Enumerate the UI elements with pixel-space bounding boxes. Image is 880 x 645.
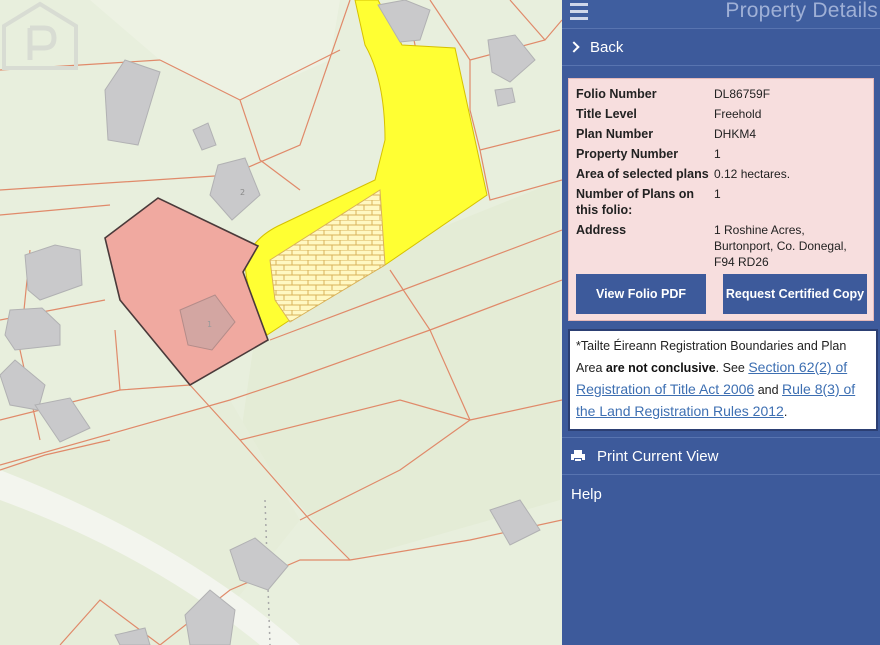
property-details-box: Folio Number DL86759F Title Level Freeho… bbox=[568, 78, 874, 321]
notice-text-and: and bbox=[754, 383, 783, 397]
panel-title: Property Details bbox=[725, 0, 878, 22]
detail-row: Title Level Freehold bbox=[576, 106, 867, 122]
house-label-1: 1 bbox=[207, 320, 212, 329]
detail-value: Freehold bbox=[714, 107, 762, 121]
notice-text-end: . bbox=[783, 405, 788, 419]
help-link[interactable]: Help bbox=[562, 475, 880, 513]
hamburger-menu-icon[interactable] bbox=[570, 3, 588, 20]
detail-label: Property Number bbox=[576, 147, 679, 161]
detail-label: Plan Number bbox=[576, 127, 654, 141]
notice-bold: are not conclusive bbox=[605, 361, 716, 375]
detail-value: 0.12 hectares. bbox=[714, 167, 791, 181]
detail-value: 1 Roshine Acres, Burtonport, Co. Donegal… bbox=[714, 223, 847, 269]
print-current-view-button[interactable]: Print Current View bbox=[562, 437, 880, 475]
back-label: Back bbox=[590, 38, 624, 56]
detail-row: Area of selected plans 0.12 hectares. bbox=[576, 166, 867, 182]
detail-label: Title Level bbox=[576, 107, 637, 121]
selected-plot[interactable] bbox=[104, 197, 269, 387]
map-canvas[interactable]: 2 1 bbox=[0, 0, 562, 645]
detail-value: DL86759F bbox=[714, 87, 771, 101]
map-view[interactable]: 2 1 bbox=[0, 0, 562, 645]
help-label: Help bbox=[571, 485, 602, 503]
detail-row: Address 1 Roshine Acres, Burtonport, Co.… bbox=[576, 222, 867, 270]
watermark-logo bbox=[2, 1, 78, 70]
printer-icon bbox=[571, 450, 585, 462]
detail-row: Property Number 1 bbox=[576, 146, 867, 162]
property-panel: Property Details Back Folio Number DL867… bbox=[562, 0, 880, 645]
panel-header: Property Details bbox=[562, 0, 880, 28]
notice-text-mid: . See bbox=[715, 361, 749, 375]
disclaimer-notice: *Tailte Éireann Registration Boundaries … bbox=[568, 329, 878, 431]
detail-value: 1 bbox=[714, 187, 721, 201]
detail-value: DHKM4 bbox=[714, 127, 757, 141]
chevron-right-icon bbox=[568, 41, 580, 53]
back-button[interactable]: Back bbox=[562, 28, 880, 66]
detail-label: Address bbox=[576, 223, 627, 237]
detail-label: Number of Plans on this folio: bbox=[576, 187, 695, 217]
house-label-2: 2 bbox=[240, 188, 245, 197]
view-folio-pdf-button[interactable]: View Folio PDF bbox=[576, 274, 706, 314]
print-label: Print Current View bbox=[597, 447, 719, 465]
detail-row: Number of Plans on this folio: 1 bbox=[576, 186, 867, 218]
request-certified-copy-button[interactable]: Request Certified Copy bbox=[723, 274, 867, 314]
detail-label: Folio Number bbox=[576, 87, 657, 101]
detail-label: Area of selected plans bbox=[576, 167, 709, 181]
detail-row: Plan Number DHKM4 bbox=[576, 126, 867, 142]
detail-row: Folio Number DL86759F bbox=[576, 86, 867, 102]
detail-value: 1 bbox=[714, 147, 721, 161]
